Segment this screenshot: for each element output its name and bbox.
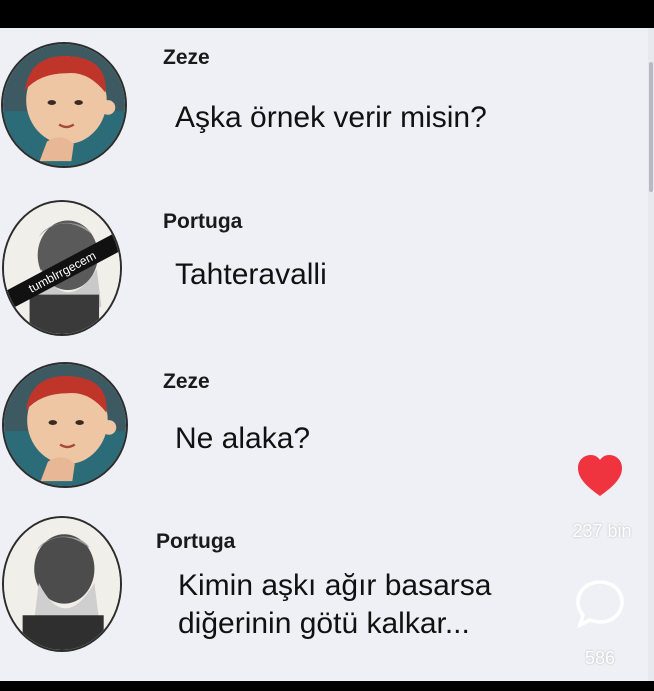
like-count: 237 bin — [572, 521, 632, 541]
sender-name: Portuga — [156, 530, 236, 553]
avatar-zeze — [1, 42, 127, 168]
message-text: Aşka örnek verir misin? — [175, 101, 487, 134]
message-text: Kimin aşkı ağır basarsa diğerinin götü k… — [178, 567, 491, 643]
message-text: Ne alaka? — [175, 422, 311, 455]
avatar-portuga — [2, 516, 122, 652]
sender-name: Zeze — [163, 370, 210, 393]
comment-icon[interactable] — [574, 578, 626, 630]
top-bar — [0, 0, 654, 28]
avatar-zeze — [2, 362, 128, 488]
avatar-portuga: tumblrrgecem — [2, 200, 122, 336]
heart-icon[interactable] — [576, 454, 624, 498]
sender-name: Zeze — [163, 46, 210, 69]
message-line: diğerinin götü kalkar... — [178, 607, 470, 640]
scrollbar-thumb[interactable] — [649, 62, 653, 192]
bottom-bar — [0, 681, 654, 691]
scrollbar[interactable] — [648, 28, 654, 681]
sender-name: Portuga — [163, 210, 243, 233]
comment-count: 586 — [584, 648, 616, 668]
message-line: Kimin aşkı ağır basarsa — [178, 569, 492, 602]
message-text: Tahteravalli — [175, 258, 327, 291]
